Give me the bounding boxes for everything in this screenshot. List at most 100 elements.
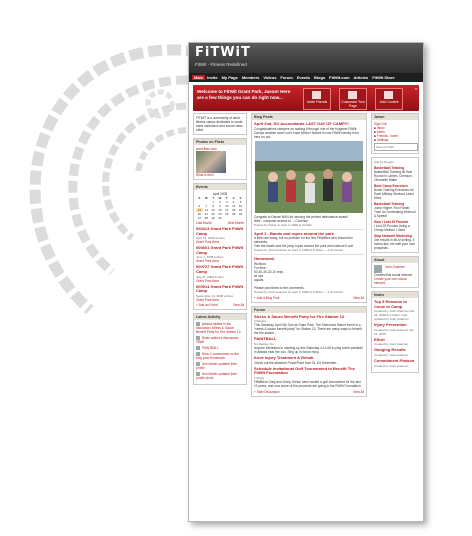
flickr-help-link[interactable]: What is this?: [196, 173, 244, 177]
site-header: FiTWiT FitWit - Fitness Redefined: [189, 43, 423, 73]
calendar-day[interactable]: 27: [196, 216, 203, 220]
photos-box: Photos on Flickr www.flickr.com What is …: [193, 138, 247, 180]
creator-name[interactable]: Josh Guarneri: [385, 265, 405, 269]
nav-item-events[interactable]: Events: [295, 75, 312, 80]
forum-topic-body: Anyone interested in meeting up this Sat…: [254, 345, 363, 354]
nav-item-members[interactable]: Members: [240, 75, 262, 80]
nav-item-videos[interactable]: Videos: [261, 75, 278, 80]
nav-item-my-page[interactable]: My Page: [220, 75, 240, 80]
user-link[interactable]: Settings: [377, 138, 389, 142]
forum-topic-body: This Saturday, April 4th 7pm at Grant Pa…: [254, 323, 362, 336]
flickr-photo[interactable]: [196, 151, 226, 173]
search-input[interactable]: [374, 143, 418, 151]
note-item: Top 5 Reasons to Come to Camp Created by …: [374, 299, 416, 321]
event-place[interactable]: Grant Park Area: [196, 240, 244, 244]
list-item: Ann Martin updated their profile photo: [196, 371, 244, 380]
forum-topic: Schedule Invitational Golf Tournament to…: [254, 366, 364, 388]
ads-box: Ads by Google Basketball Training Basketb…: [371, 157, 419, 253]
ad-item: Stop Network Marketing Get results in MLM…: [374, 234, 416, 250]
forum-topic: Stress & Sauce Benefit Party for Fire St…: [254, 314, 364, 336]
ad-text: I Lost 25 Pounds Using a Cheap Method I …: [374, 224, 410, 232]
calendar-day[interactable]: 29: [210, 216, 217, 220]
welcome-banner: Welcome to FitWit Grant Park, Jason! Her…: [193, 85, 419, 111]
activity-text[interactable]: Ann Martin updated their profile photo: [196, 372, 237, 380]
forum-view-all-link[interactable]: View All: [353, 390, 364, 394]
note-item: Commitment Platoon Created by Josh Guarne…: [374, 358, 416, 368]
google-ads-label: Ads by Google: [374, 160, 394, 164]
add-content-button[interactable]: Add Content: [375, 88, 403, 110]
browser-page: FiTWiT FitWit - Fitness Redefined Main In…: [188, 42, 424, 522]
close-icon[interactable]: x: [415, 86, 417, 91]
create-network-link[interactable]: Create your own social network: [374, 277, 416, 285]
blog-post-photo[interactable]: [255, 140, 363, 213]
site-logo[interactable]: FiTWiT: [195, 45, 251, 60]
nav-item-fitwit-com[interactable]: FitWit.com: [327, 75, 351, 80]
last-month-link[interactable]: Last Month: [196, 221, 212, 225]
note-title[interactable]: Top 5 Reasons to Come to Camp: [374, 299, 416, 309]
next-month-link[interactable]: Next Month: [228, 221, 244, 225]
activity-text[interactable]: Nina C commented on the blog post Homewo…: [196, 352, 239, 360]
blog-post-body: Congratulations campers on making it thr…: [254, 126, 359, 139]
add-event-link[interactable]: + Add an Event: [196, 303, 218, 307]
event-place[interactable]: Grant Park Area: [196, 279, 244, 283]
list-item: jessica replied to the discussion Stress…: [196, 321, 244, 334]
forum-topic: Knee Injury Treatment & Rehab Check out t…: [254, 355, 364, 364]
notes-box: Notes Top 5 Reasons to Come to Camp Creat…: [371, 291, 419, 373]
start-discussion-link[interactable]: + Start Discussion: [254, 390, 280, 394]
calendar-day: [237, 216, 244, 220]
add-blog-post-link[interactable]: + Add a Blog Post: [254, 296, 279, 300]
event-place[interactable]: Grant Park Area: [196, 259, 244, 263]
calendar-day: [223, 216, 230, 220]
event-title[interactable]: 000413 Grant Park FitWit Camp: [196, 226, 244, 236]
note-meta: Created by Josh Guarneri Jan 23, 2008: [374, 327, 415, 336]
ad-text: Jump Higher. Run Faster. Train for Domin…: [374, 206, 416, 218]
list-item: PAINTBALL: [196, 345, 244, 350]
note-meta: Created by Josh Guarneri: [374, 363, 409, 368]
activity-text[interactable]: PAINTBALL: [202, 346, 219, 350]
blog-post-title[interactable]: April 2nd, SO Accountants LAST DAY OF CA…: [254, 121, 364, 127]
calendar-day[interactable]: 28: [203, 216, 210, 220]
nav-item-main[interactable]: Main: [192, 75, 206, 80]
event-title[interactable]: 000601 Grant Park FitWit Camp: [196, 245, 244, 255]
activity-text[interactable]: jessica replied to the discussion Stress…: [196, 322, 240, 334]
blog-post-body: A little rain today, but no problem for …: [254, 236, 353, 245]
avatar[interactable]: [374, 265, 382, 273]
envelope-icon: [312, 91, 321, 99]
nav-item-fitwit-store[interactable]: FitWit Store: [370, 75, 396, 80]
events-box: Events April 2008 S M T W T F S 1 2 3 4 5 6 7 8 9 10 11 12…: [193, 183, 247, 310]
event-title[interactable]: 000727 Grant Park FitWit Camp: [196, 265, 244, 274]
welcome-message: Welcome to FitWit Grant Park, Jason! Her…: [197, 89, 291, 100]
events-view-all-link[interactable]: View All: [233, 303, 244, 307]
calendar-day[interactable]: 30: [217, 216, 224, 220]
ad-text: Boost Training Exercises for Each Milita…: [374, 188, 414, 200]
activity-text[interactable]: Bosie added a discussion: FitWit: [196, 336, 239, 344]
calendar: S M T W T F S 1 2 3 4 5 6 7 8 9 10 11 12 13 14 15 16 17 18 19 20 21…: [196, 196, 244, 220]
calendar-day: [230, 216, 237, 220]
forum-topic: PAINTBALL No Replies Yet Anyone interested…: [254, 337, 364, 354]
note-title[interactable]: Commitment Platoon: [374, 358, 416, 364]
nav-item-articles[interactable]: Articles: [352, 75, 371, 80]
forum-topic-title[interactable]: Schedule Invitational Golf Tournament to…: [254, 366, 364, 376]
activity-text[interactable]: Ann Martin updated their profile: [196, 362, 237, 370]
about-box: FiTWiT is a community of adult fitness c…: [193, 113, 247, 135]
nav-item-blogs[interactable]: Blogs: [312, 75, 327, 80]
invite-friends-button[interactable]: Invite Friends: [303, 88, 331, 110]
event-title[interactable]: 000914 Grant Park FitWit Camp: [196, 284, 244, 294]
list-item: Nina C commented on the blog post Homewo…: [196, 351, 244, 360]
customize-page-button[interactable]: Customize Your Page: [339, 88, 367, 110]
about-network-box: About Josh Guarneri Created this social …: [371, 256, 419, 288]
ad-item: Basketball Training Basketball Training a…: [374, 166, 416, 182]
user-box: Jason Sign Out ■ Inbox ■ Alerts ■ Friends …: [371, 113, 419, 154]
event-place[interactable]: Grant Park Area: [196, 298, 244, 302]
ad-text: Get results in MLM selling. 4 bonus tips…: [374, 238, 415, 250]
activity-icon: [196, 345, 200, 350]
forum-topic-body: FitWitters Greg and Jenny Schuh have hos…: [254, 379, 362, 388]
nav-item-invite[interactable]: Invite: [205, 75, 219, 80]
ad-text: Basketball Training all Year Round in La…: [374, 170, 413, 182]
blog-post-meta: Posted by Josh Guarneri on April 2, 2008…: [254, 248, 344, 253]
nav-item-forum[interactable]: Forum: [278, 75, 294, 80]
ad-item: Boot Camp Exercises Boost Training Exerci…: [374, 184, 416, 200]
blog-box: Blog Posts April 2nd, SO Accountants LAS…: [251, 113, 367, 303]
blog-view-all-link[interactable]: View All: [353, 296, 364, 300]
note-meta: Created by Josh Guarneri: [374, 352, 409, 357]
